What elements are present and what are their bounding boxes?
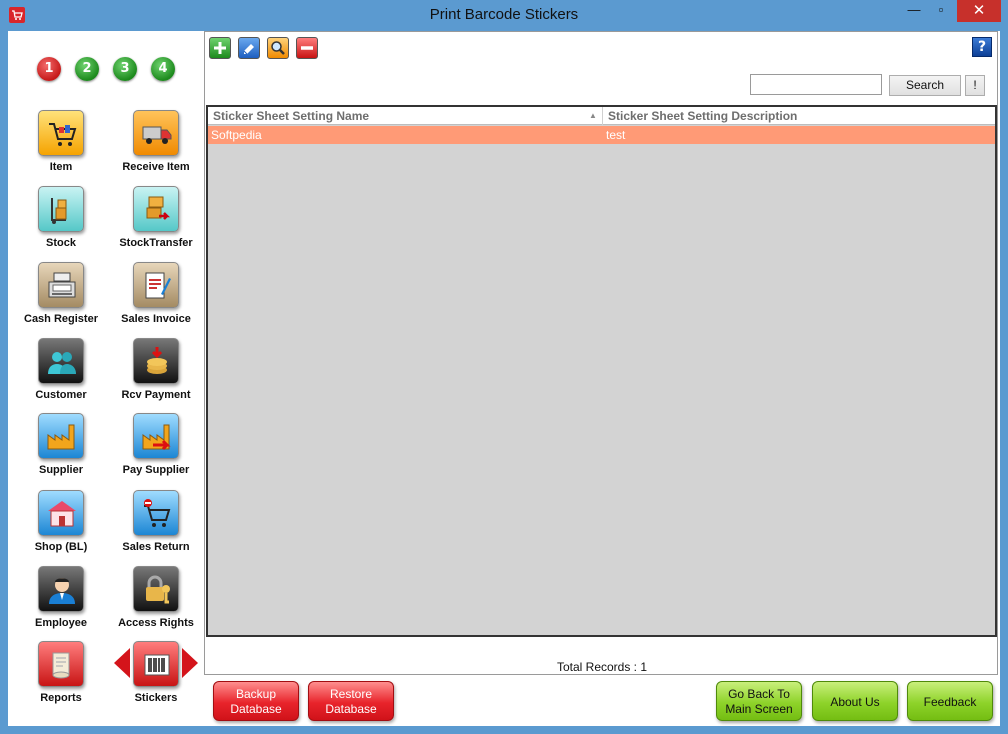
column-header-name[interactable]: Sticker Sheet Setting Name (208, 107, 603, 125)
button-line: Database (230, 702, 282, 716)
cell-description: test (606, 128, 626, 142)
search-toolbar-button[interactable] (267, 37, 289, 59)
arrow-right-icon (182, 648, 198, 678)
nav-item-stock-transfer[interactable]: StockTransfer (108, 186, 204, 258)
title-bar[interactable]: Print Barcode Stickers — ▫ ✕ (0, 0, 1008, 30)
table-row[interactable]: Softpedia test (208, 126, 995, 144)
nav-label: Pay Supplier (122, 464, 190, 476)
search-input[interactable] (750, 74, 882, 95)
minus-icon (301, 46, 313, 50)
nav-item-supplier[interactable]: Supplier (13, 413, 109, 485)
clear-search-button[interactable]: ! (965, 75, 985, 96)
button-line: Main Screen (725, 702, 793, 716)
barcode-sticker-icon (133, 641, 179, 687)
employee-icon (38, 566, 84, 612)
cash-register-icon (38, 262, 84, 308)
hand-truck-icon (38, 186, 84, 232)
edit-button[interactable] (238, 37, 260, 59)
nav-label: Shop (BL) (34, 541, 88, 553)
coins-icon (133, 338, 179, 384)
about-us-button[interactable]: About Us (812, 681, 898, 721)
close-button[interactable]: ✕ (957, 0, 1001, 22)
nav-label: Supplier (38, 464, 83, 476)
client-area: 1 2 3 4 Item Receive Item Stock StockTra… (8, 31, 1000, 726)
sticker-settings-grid[interactable]: Sticker Sheet Setting Name ▲ Sticker She… (206, 105, 997, 637)
nav-label: Item (49, 161, 73, 173)
nav-label: Sales Invoice (121, 313, 191, 325)
button-line: Feedback (923, 695, 977, 709)
nav-label: StockTransfer (119, 237, 193, 249)
maximize-button[interactable]: ▫ (928, 0, 954, 22)
window-title: Print Barcode Stickers (429, 6, 579, 23)
backup-database-button[interactable]: Backup Database (213, 681, 299, 721)
cart-return-icon (133, 490, 179, 536)
eraser-icon (243, 44, 254, 55)
nav-label: Receive Item (122, 161, 190, 173)
plus-icon (214, 42, 226, 54)
nav-label: Rcv Payment (121, 389, 191, 401)
shop-icon (38, 490, 84, 536)
nav-label: Employee (35, 617, 87, 629)
minimize-button[interactable]: — (903, 0, 925, 22)
window-frame: Print Barcode Stickers — ▫ ✕ 1 2 3 4 Ite… (0, 0, 1008, 734)
go-back-main-screen-button[interactable]: Go Back To Main Screen (716, 681, 802, 721)
step-3-button[interactable]: 3 (113, 57, 137, 81)
total-records: Total Records : 1 (556, 660, 648, 674)
button-line: About Us (830, 695, 880, 709)
feedback-button[interactable]: Feedback (907, 681, 993, 721)
magnifier-icon (271, 41, 285, 55)
nav-item-sales-return[interactable]: Sales Return (108, 490, 204, 562)
nav-label: Stickers (134, 692, 178, 704)
factory-payment-icon (133, 413, 179, 459)
add-button[interactable] (209, 37, 231, 59)
nav-label: Sales Return (122, 541, 190, 553)
step-4-button[interactable]: 4 (151, 57, 175, 81)
nav-item-stock[interactable]: Stock (13, 186, 109, 258)
sort-ascending-icon: ▲ (589, 111, 597, 120)
grid-header: Sticker Sheet Setting Name ▲ Sticker She… (208, 107, 995, 125)
button-line: Backup (235, 687, 277, 701)
boxes-transfer-icon (133, 186, 179, 232)
invoice-icon (133, 262, 179, 308)
step-2-button[interactable]: 2 (75, 57, 99, 81)
nav-item-rcv-payment[interactable]: Rcv Payment (108, 338, 204, 410)
nav-item-item[interactable]: Item (13, 110, 109, 182)
nav-item-cash-register[interactable]: Cash Register (13, 262, 109, 334)
nav-label: Customer (35, 389, 87, 401)
restore-database-button[interactable]: Restore Database (308, 681, 394, 721)
delete-button[interactable] (296, 37, 318, 59)
search-button[interactable]: Search (889, 75, 961, 96)
column-header-description[interactable]: Sticker Sheet Setting Description (603, 107, 995, 125)
main-panel: ? Search ! Sticker Sheet Setting Name ▲ … (204, 31, 998, 675)
nav-label: Reports (40, 692, 82, 704)
nav-item-pay-supplier[interactable]: Pay Supplier (108, 413, 204, 485)
left-navigation: 1 2 3 4 Item Receive Item Stock StockTra… (8, 31, 204, 726)
nav-label: Cash Register (24, 313, 98, 325)
nav-item-shop[interactable]: Shop (BL) (13, 490, 109, 562)
cell-name: Softpedia (211, 128, 262, 142)
step-1-button[interactable]: 1 (37, 57, 61, 81)
nav-label: Access Rights (118, 617, 194, 629)
nav-item-customer[interactable]: Customer (13, 338, 109, 410)
nav-item-employee[interactable]: Employee (13, 566, 109, 638)
help-button[interactable]: ? (972, 37, 992, 57)
nav-item-reports[interactable]: Reports (13, 641, 109, 713)
lock-key-icon (133, 566, 179, 612)
button-line: Restore (329, 687, 373, 701)
bottom-bar: Backup Database Restore Database Go Back… (204, 675, 1000, 726)
factory-icon (38, 413, 84, 459)
nav-item-access-rights[interactable]: Access Rights (108, 566, 204, 638)
button-line: Go Back To (728, 687, 790, 701)
truck-icon (133, 110, 179, 156)
button-line: Database (325, 702, 377, 716)
shopping-cart-icon (38, 110, 84, 156)
nav-item-receive-item[interactable]: Receive Item (108, 110, 204, 182)
nav-item-sales-invoice[interactable]: Sales Invoice (108, 262, 204, 334)
customers-icon (38, 338, 84, 384)
scroll-report-icon (38, 641, 84, 687)
nav-label: Stock (46, 237, 76, 249)
